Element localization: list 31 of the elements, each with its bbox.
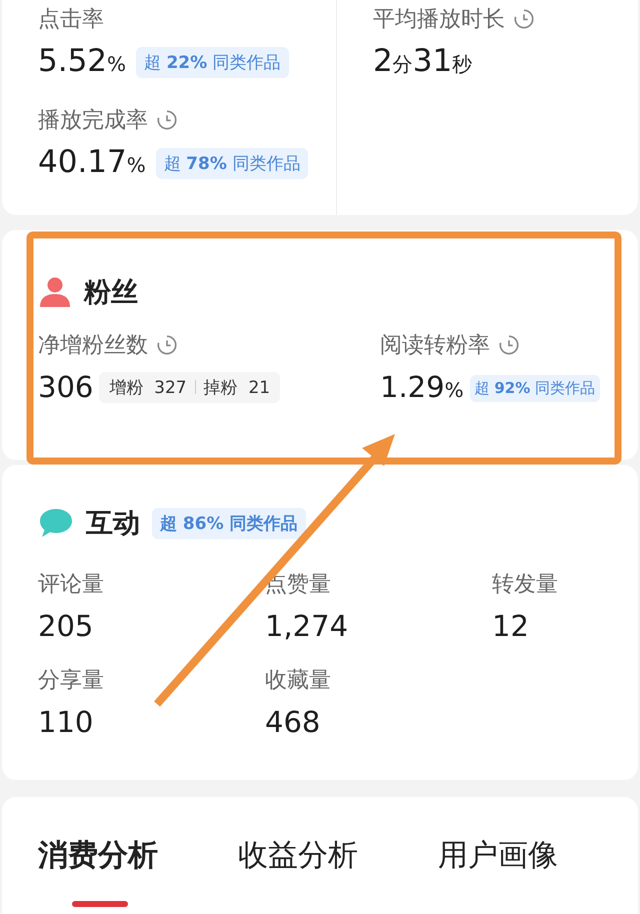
rank-badge: 超 92% 同类作品 bbox=[470, 375, 600, 402]
tab[interactable]: 用户画像 bbox=[438, 835, 638, 907]
rank-badge: 超 86% 同类作品 bbox=[152, 508, 306, 538]
metric-label: 播放完成率 bbox=[38, 107, 148, 135]
metric-label: 转发量 bbox=[492, 571, 558, 599]
metric-value: 12 bbox=[492, 608, 530, 645]
fan-breakdown: 增粉 327 掉粉 21 bbox=[99, 372, 280, 402]
metric-value: 110 bbox=[38, 704, 94, 741]
section-title: 粉丝 bbox=[84, 276, 138, 310]
rank-badge: 超 78% 同类作品 bbox=[156, 148, 308, 179]
metric-value: 40.17% bbox=[38, 143, 146, 182]
metric-value: 468 bbox=[265, 704, 322, 741]
metric-label: 收藏量 bbox=[265, 667, 331, 695]
section-title: 互动 bbox=[86, 507, 140, 541]
metric-label: 平均播放时长 bbox=[373, 6, 505, 34]
metric-label: 点击率 bbox=[38, 6, 104, 34]
person-icon bbox=[38, 276, 72, 308]
speech-bubble-icon bbox=[38, 507, 74, 539]
rank-badge: 超 22% 同类作品 bbox=[136, 47, 289, 78]
metric-value: 306 bbox=[38, 369, 94, 406]
metric-value: 5.52% bbox=[38, 42, 126, 81]
metric-label: 阅读转粉率 bbox=[380, 332, 490, 360]
metric-value: 2分31秒 bbox=[373, 42, 472, 81]
metric-value: 205 bbox=[38, 608, 94, 645]
metric-label: 评论量 bbox=[38, 571, 104, 599]
metric-label: 净增粉丝数 bbox=[38, 332, 148, 360]
tab[interactable]: 消费分析 bbox=[38, 835, 238, 907]
metric-value: 1,274 bbox=[265, 608, 350, 645]
metric-value: 1.29% bbox=[380, 369, 464, 406]
metric-label: 分享量 bbox=[38, 667, 104, 695]
tab[interactable]: 收益分析 bbox=[238, 835, 438, 907]
